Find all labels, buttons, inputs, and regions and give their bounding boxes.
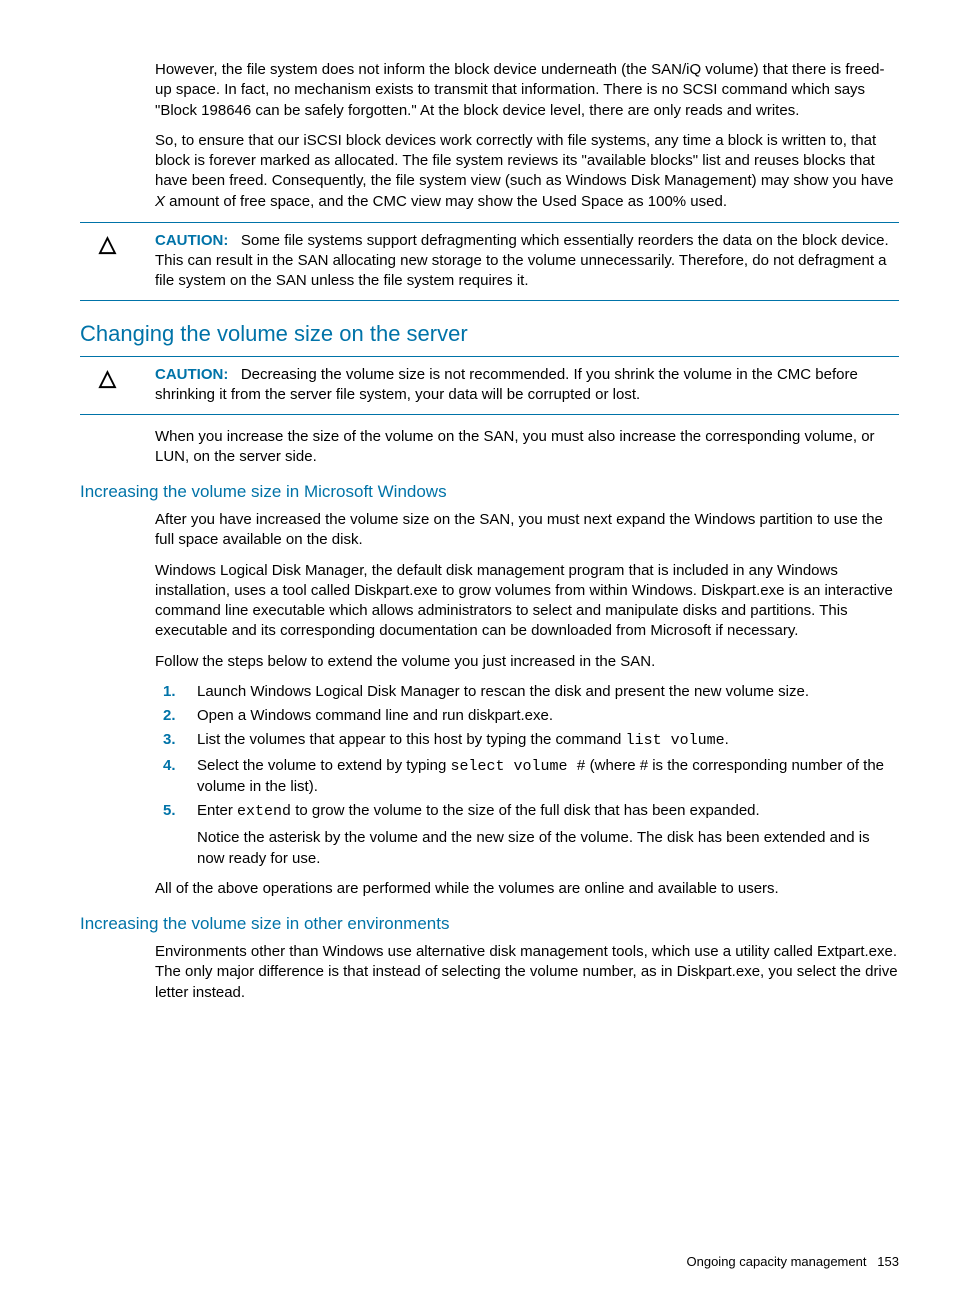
caution-label: CAUTION: [155, 366, 228, 383]
caution-label: CAUTION: [155, 232, 228, 249]
caution-body: CAUTION: Some file systems support defra… [135, 231, 899, 292]
steps-list: Launch Windows Logical Disk Manager to r… [155, 682, 899, 869]
win-paragraph-2: Windows Logical Disk Manager, the defaul… [155, 561, 899, 642]
intro-paragraph-1: However, the file system does not inform… [155, 60, 899, 121]
heading-increasing-windows: Increasing the volume size in Microsoft … [80, 481, 899, 504]
step-5-note: Notice the asterisk by the volume and th… [197, 828, 899, 869]
footer-page-number: 153 [877, 1254, 899, 1269]
caution-box-decrease: △ CAUTION: Decreasing the volume size is… [80, 356, 899, 415]
caution-text: Some file systems support defragmenting … [155, 232, 889, 290]
step-1: Launch Windows Logical Disk Manager to r… [191, 682, 899, 702]
step-3: List the volumes that appear to this hos… [191, 730, 899, 751]
caution-body: CAUTION: Decreasing the volume size is n… [135, 365, 899, 406]
caution-icon: △ [80, 365, 135, 406]
heading-changing-volume-size: Changing the volume size on the server [80, 319, 899, 349]
other-paragraph-1: Environments other than Windows use alte… [155, 942, 899, 1003]
caution-box-defragment: △ CAUTION: Some file systems support def… [80, 222, 899, 301]
paragraph-after-caution: When you increase the size of the volume… [155, 427, 899, 468]
step-5: Enter extend to grow the volume to the s… [191, 801, 899, 869]
caution-icon: △ [80, 231, 135, 292]
win-paragraph-4: All of the above operations are performe… [155, 879, 899, 899]
heading-increasing-other: Increasing the volume size in other envi… [80, 913, 899, 936]
step-4: Select the volume to extend by typing se… [191, 756, 899, 798]
page-footer: Ongoing capacity management 153 [80, 1253, 899, 1271]
intro-paragraph-2: So, to ensure that our iSCSI block devic… [155, 131, 899, 212]
footer-section-title: Ongoing capacity management [687, 1254, 867, 1269]
win-paragraph-3: Follow the steps below to extend the vol… [155, 652, 899, 672]
step-2: Open a Windows command line and run disk… [191, 706, 899, 726]
caution-text: Decreasing the volume size is not recomm… [155, 366, 858, 403]
win-paragraph-1: After you have increased the volume size… [155, 510, 899, 551]
